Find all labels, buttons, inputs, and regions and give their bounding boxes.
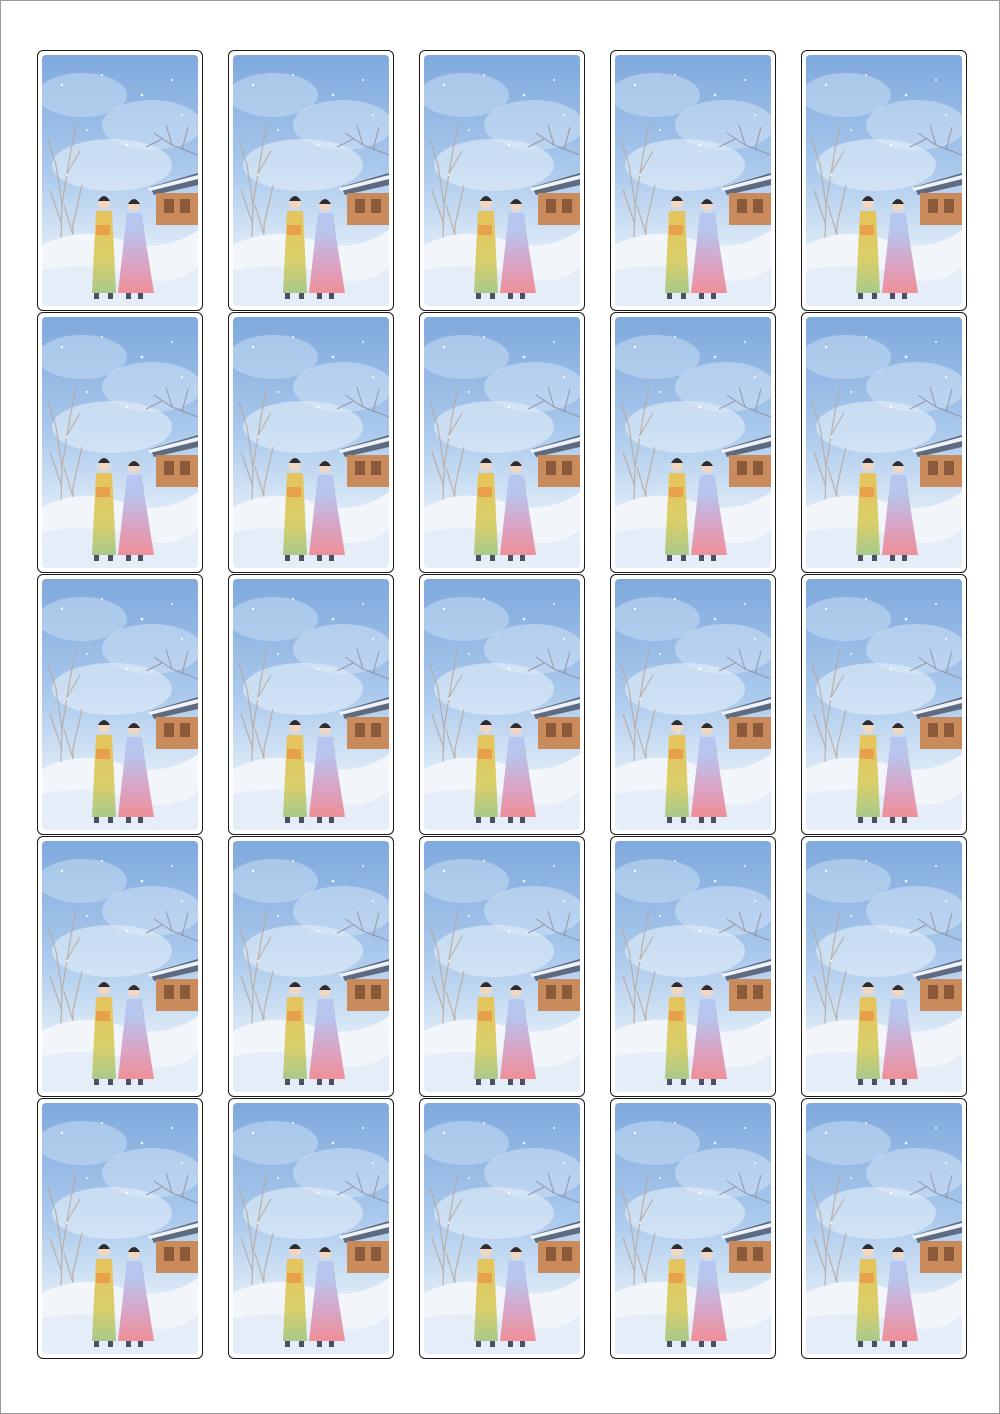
illustration-svg (424, 1103, 580, 1354)
illustration-svg (424, 55, 580, 306)
sticker-card (228, 50, 394, 311)
sticker-card (801, 574, 967, 835)
sticker-card (610, 312, 776, 573)
winter-hanbok-illustration (233, 1103, 389, 1354)
illustration-svg (615, 317, 771, 568)
illustration-svg (806, 55, 962, 306)
winter-hanbok-illustration (424, 579, 580, 830)
winter-hanbok-illustration (806, 317, 962, 568)
winter-hanbok-illustration (424, 317, 580, 568)
illustration-svg (233, 1103, 389, 1354)
illustration-svg (42, 1103, 198, 1354)
illustration-svg (424, 579, 580, 830)
winter-hanbok-illustration (615, 579, 771, 830)
sticker-sheet (0, 0, 1000, 1414)
illustration-svg (233, 841, 389, 1092)
illustration-svg (615, 841, 771, 1092)
sticker-card (37, 50, 203, 311)
winter-hanbok-illustration (233, 841, 389, 1092)
illustration-svg (233, 55, 389, 306)
winter-hanbok-illustration (806, 579, 962, 830)
sticker-card (228, 574, 394, 835)
illustration-svg (615, 579, 771, 830)
sticker-card (228, 312, 394, 573)
sticker-card (610, 574, 776, 835)
winter-hanbok-illustration (233, 317, 389, 568)
illustration-svg (615, 1103, 771, 1354)
winter-hanbok-illustration (233, 579, 389, 830)
winter-hanbok-illustration (233, 55, 389, 306)
illustration-svg (806, 841, 962, 1092)
sticker-card (37, 574, 203, 835)
sticker-card (228, 1098, 394, 1359)
winter-hanbok-illustration (42, 55, 198, 306)
sticker-card (419, 50, 585, 311)
winter-hanbok-illustration (806, 1103, 962, 1354)
sticker-card (801, 1098, 967, 1359)
winter-hanbok-illustration (42, 579, 198, 830)
illustration-svg (806, 1103, 962, 1354)
sticker-card (610, 50, 776, 311)
illustration-svg (806, 579, 962, 830)
winter-hanbok-illustration (424, 55, 580, 306)
illustration-svg (42, 841, 198, 1092)
winter-hanbok-illustration (42, 317, 198, 568)
illustration-svg (42, 55, 198, 306)
illustration-svg (233, 579, 389, 830)
card-grid (37, 50, 967, 1359)
illustration-svg (615, 55, 771, 306)
illustration-svg (42, 317, 198, 568)
sticker-card (801, 836, 967, 1097)
winter-hanbok-illustration (424, 841, 580, 1092)
winter-hanbok-illustration (615, 1103, 771, 1354)
sticker-card (228, 836, 394, 1097)
winter-hanbok-illustration (806, 55, 962, 306)
winter-hanbok-illustration (424, 1103, 580, 1354)
illustration-svg (424, 841, 580, 1092)
illustration-svg (806, 317, 962, 568)
sticker-card (610, 836, 776, 1097)
sticker-card (37, 836, 203, 1097)
sticker-card (419, 312, 585, 573)
sticker-card (419, 574, 585, 835)
winter-hanbok-illustration (42, 841, 198, 1092)
sticker-card (801, 312, 967, 573)
sticker-card (37, 312, 203, 573)
sticker-card (419, 836, 585, 1097)
sticker-card (610, 1098, 776, 1359)
illustration-svg (424, 317, 580, 568)
illustration-svg (42, 579, 198, 830)
sticker-card (801, 50, 967, 311)
sticker-card (37, 1098, 203, 1359)
winter-hanbok-illustration (615, 317, 771, 568)
winter-hanbok-illustration (806, 841, 962, 1092)
winter-hanbok-illustration (615, 55, 771, 306)
winter-hanbok-illustration (42, 1103, 198, 1354)
winter-hanbok-illustration (615, 841, 771, 1092)
illustration-svg (233, 317, 389, 568)
sticker-card (419, 1098, 585, 1359)
